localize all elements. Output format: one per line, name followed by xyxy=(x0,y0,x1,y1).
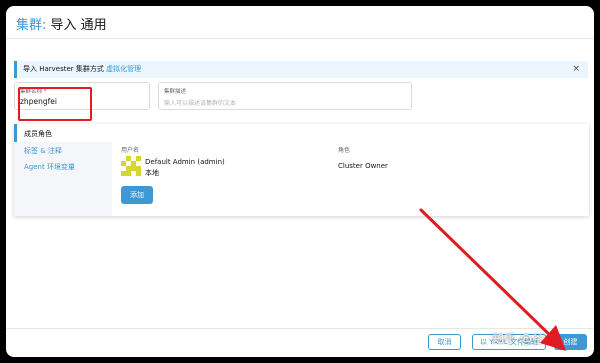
cluster-description-placeholder: 输入可以描述该集群的文本 xyxy=(164,100,237,107)
cluster-description-field[interactable]: 集群描述 输入可以描述该集群的文本 xyxy=(158,82,412,110)
page-title-text: 导入 通用 xyxy=(46,18,107,33)
page-title-cluster-link[interactable]: 集群: xyxy=(16,18,46,33)
cancel-button[interactable]: 取消 xyxy=(428,334,461,350)
member-user-source: 本地 xyxy=(145,169,159,177)
watermark: 知乎 @谷溪 xyxy=(492,332,556,346)
header-divider xyxy=(6,38,594,39)
add-member-button[interactable]: 添加 xyxy=(121,186,153,204)
member-user-name: Default Admin (admin) xyxy=(145,158,225,166)
footer-divider xyxy=(6,328,594,329)
cluster-description-label: 集群描述 xyxy=(164,89,187,95)
column-header-role: 角色 xyxy=(338,147,351,154)
close-icon[interactable]: × xyxy=(572,61,580,78)
tab-labels-annotations[interactable]: 标签 & 注释 xyxy=(24,146,62,156)
annotation-highlight-box xyxy=(18,87,92,121)
tabs-panel: 成员角色 标签 & 注释 Agent 环境变量 用户名 角色 Default A… xyxy=(14,124,589,216)
tab-member-roles[interactable]: 成员角色 xyxy=(24,129,52,139)
tab-agent-env-vars[interactable]: Agent 环境变量 xyxy=(24,162,75,172)
banner-link[interactable]: 虚拟化管理 xyxy=(106,65,141,73)
banner-text: 导入 Harvester 集群方式 xyxy=(23,65,104,73)
tab-active-indicator xyxy=(14,124,17,142)
create-button[interactable]: 创建 xyxy=(554,334,587,350)
info-banner: 导入 Harvester 集群方式 虚拟化管理 × xyxy=(14,61,588,78)
avatar xyxy=(121,156,141,176)
app-window: 集群: 导入 通用 导入 Harvester 集群方式 虚拟化管理 × 集群名称… xyxy=(6,6,594,357)
column-header-username: 用户名 xyxy=(121,147,140,154)
member-role: Cluster Owner xyxy=(338,162,388,170)
page-title: 集群: 导入 通用 xyxy=(6,6,594,38)
